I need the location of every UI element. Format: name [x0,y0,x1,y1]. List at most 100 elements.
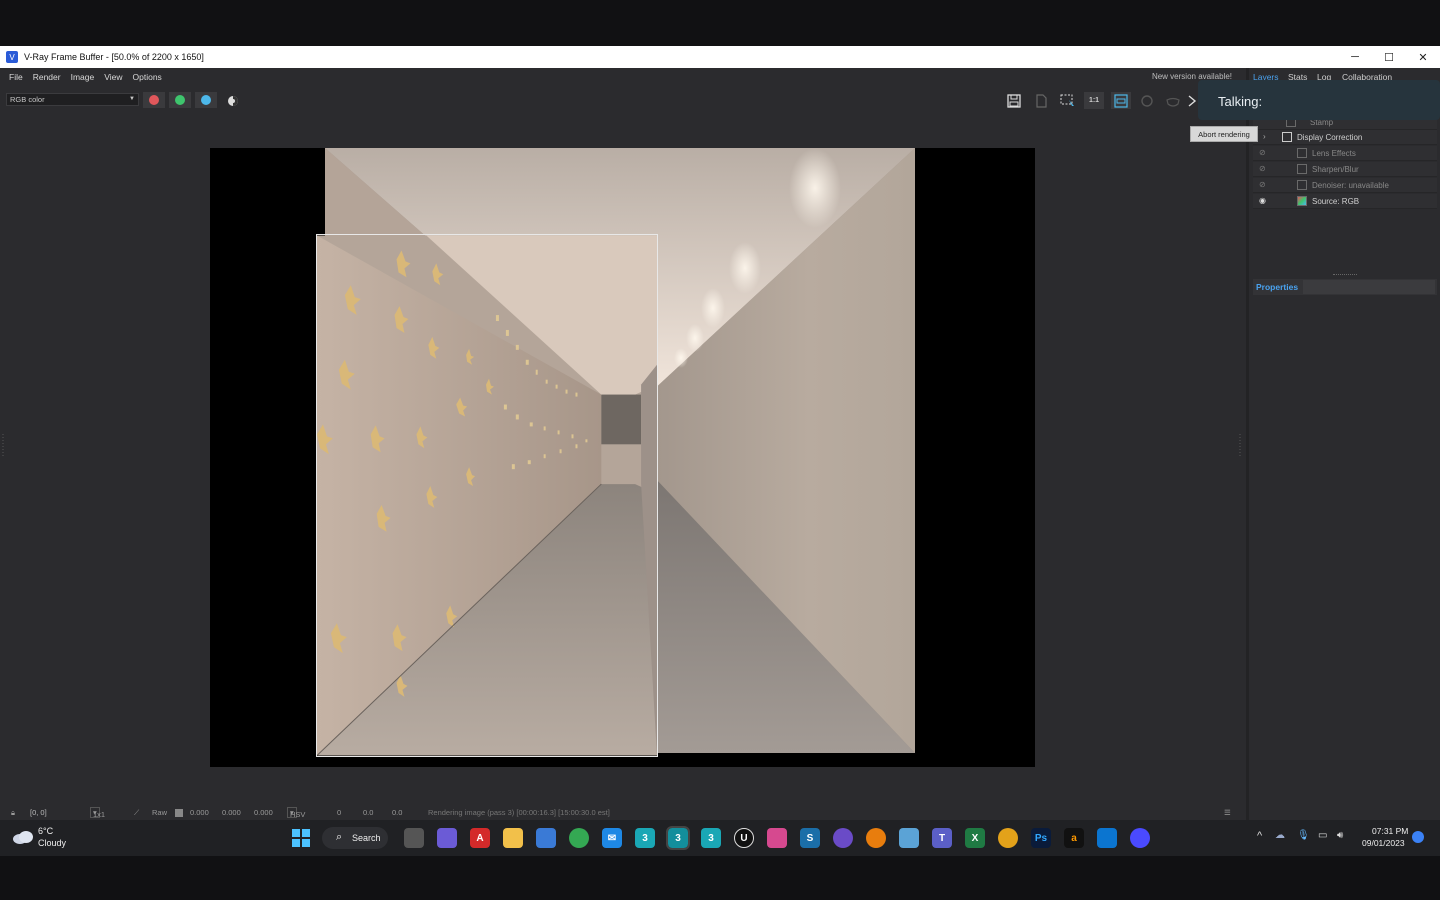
search-icon: ⌕ [336,831,343,843]
visibility-off-icon[interactable]: ⊘ [1259,164,1266,173]
lens-effects-icon [1297,148,1307,158]
menu-view[interactable]: View [104,72,122,82]
menu-file[interactable]: File [9,72,23,82]
layer-row-sharpen-blur[interactable]: ⊘ Sharpen/Blur [1253,162,1437,177]
weather-temperature[interactable]: 6°C [38,826,53,836]
channel-select-value: RGB color [10,95,45,104]
clock-time[interactable]: 07:31 PM [1372,826,1408,836]
hsv-s-value: 0.0 [363,808,374,817]
chevron-up-icon[interactable]: ^ [1257,830,1262,842]
layer-row-display-correction[interactable]: › Display Correction [1253,130,1437,145]
close-button[interactable]: ✕ [1406,46,1440,68]
chevron-down-icon: ▼ [129,96,135,102]
eyedropper-icon[interactable]: ⟋ [134,808,139,818]
teams-icon[interactable]: T [932,828,952,848]
windows-start-icon[interactable] [291,828,311,848]
chrome-icon[interactable] [569,828,589,848]
photos-icon[interactable] [899,828,919,848]
notification-badge-icon[interactable] [1412,831,1424,843]
unreal-icon[interactable]: U [734,828,754,848]
green-channel-button[interactable] [169,92,191,108]
vpn-shield-icon[interactable] [1097,828,1117,848]
menu-render[interactable]: Render [33,72,61,82]
windows-taskbar: 6°C Cloudy ⌕ Search A ✉ 3 3 3 U S T X Ps… [0,820,1440,856]
layer-label: Lens Effects [1312,149,1356,158]
region-select-icon[interactable] [1058,92,1078,109]
ratio-select[interactable]: 1x1 ▾ [90,807,105,819]
taskbar-search[interactable]: ⌕ Search [322,827,388,849]
task-view-icon[interactable] [404,828,424,848]
abort-rendering-tooltip: Abort rendering [1190,126,1258,142]
chat-icon[interactable] [437,828,457,848]
amazon-icon[interactable]: a [1064,828,1084,848]
menu-image[interactable]: Image [71,72,95,82]
mail-icon[interactable]: ✉ [602,828,622,848]
store-icon[interactable] [536,828,556,848]
visibility-off-icon[interactable]: ⊘ [1259,148,1266,157]
render-teapot-icon[interactable] [1163,92,1183,109]
acrobat-icon[interactable]: A [470,828,490,848]
lock-icon[interactable]: 🔒︎ [11,808,15,818]
sharpen-icon [1297,164,1307,174]
layer-row-source-rgb[interactable]: ◉ Source: RGB [1253,194,1437,209]
abort-render-icon[interactable] [1186,92,1198,109]
maximize-button[interactable]: ☐ [1372,46,1406,68]
panel-splitter-handle[interactable] [1333,274,1357,276]
log-toggle-icon[interactable]: ☰ [1224,808,1231,817]
hsv-v-value: 0.0 [392,808,403,817]
minimize-button[interactable]: ─ [1338,46,1372,68]
creative-cloud-icon[interactable] [767,828,787,848]
blue-channel-button[interactable] [195,92,217,108]
sketchup-icon[interactable]: S [800,828,820,848]
raw-g-value: 0.000 [222,808,241,817]
save-icon[interactable] [1004,92,1024,109]
3dsmax-alt-icon[interactable]: 3 [701,828,721,848]
fit-view-icon[interactable] [1111,92,1131,109]
blue-dot-icon [201,95,211,105]
talking-label: Talking: [1218,94,1263,109]
layer-label: Sharpen/Blur [1312,165,1359,174]
raw-toggle-label[interactable]: Raw [152,808,167,817]
excel-icon[interactable]: X [965,828,985,848]
weather-condition[interactable]: Cloudy [38,838,66,848]
red-channel-button[interactable] [143,92,165,108]
pixel-coords: [0, 0] [30,808,47,817]
3dsmax-icon[interactable]: 3 [635,828,655,848]
right-splitter-handle[interactable] [1237,430,1243,460]
menu-options[interactable]: Options [133,72,162,82]
expand-chevron-icon[interactable]: › [1263,132,1266,141]
zoom-1to1-icon[interactable]: 1:1 [1084,92,1104,109]
eye-icon[interactable]: ◉ [1259,196,1266,205]
render-region-inset [316,234,658,757]
microphone-icon[interactable]: 🎙︎ [1297,830,1310,841]
alpha-channel-icon[interactable] [223,92,243,109]
properties-label: Properties [1256,282,1299,292]
3dsmax-active-icon[interactable]: 3 [666,826,690,850]
layer-label: Display Correction [1297,133,1363,142]
cloud-weather-icon[interactable] [12,829,34,847]
curve-icon [1282,132,1292,142]
layer-row-lens-effects[interactable]: ⊘ Lens Effects [1253,146,1437,161]
render-progress-message: Rendering image (pass 3) [00:00:16.3] [1… [428,808,610,817]
blender-icon[interactable] [866,828,886,848]
layer-row-denoiser[interactable]: ⊘ Denoiser: unavailable [1253,178,1437,193]
visibility-off-icon[interactable]: ⊘ [1259,180,1266,189]
raw-b-value: 0.000 [254,808,273,817]
clock-date[interactable]: 09/01/2023 [1362,838,1405,848]
app-purple-icon[interactable] [833,828,853,848]
chrome-canary-icon[interactable] [998,828,1018,848]
interactive-render-icon[interactable] [1137,92,1157,109]
window-titlebar: V V-Ray Frame Buffer - [50.0% of 2200 x … [0,46,1440,68]
clear-image-icon[interactable] [1031,92,1051,109]
onedrive-icon[interactable]: ☁ [1275,830,1285,841]
colorspace-select-value: HSV [290,810,306,819]
network-icon[interactable]: ▭ [1318,830,1327,841]
properties-header: Properties [1253,279,1437,295]
channel-select[interactable]: RGB color ▼ [6,93,139,106]
colorspace-select[interactable]: HSV ▾ [287,807,305,819]
zoom-icon[interactable] [1130,828,1150,848]
photoshop-icon[interactable]: Ps [1031,828,1051,848]
volume-icon[interactable]: 🔊︎ [1337,830,1343,841]
file-explorer-icon[interactable] [503,828,523,848]
left-splitter-handle[interactable] [0,430,6,460]
